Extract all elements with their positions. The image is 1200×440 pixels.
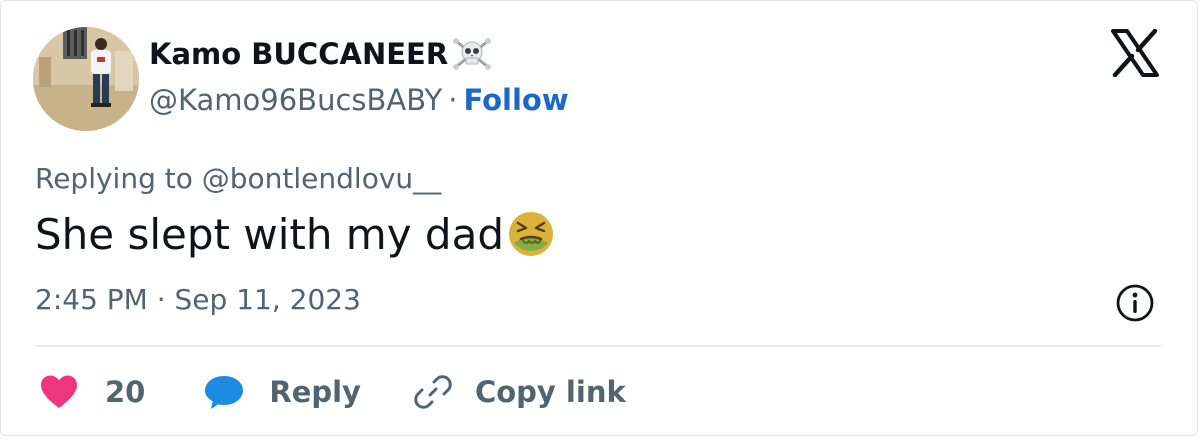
like-button[interactable]: 20 [39, 374, 145, 410]
tweet-timestamp[interactable]: 2:45 PM · Sep 11, 2023 [35, 283, 361, 316]
replying-to-text[interactable]: Replying to @bontlendlovu__ [35, 162, 441, 195]
author-handle-row: @Kamo96BucsBABY · Follow [149, 83, 569, 117]
skull-crossbones-icon [452, 37, 492, 71]
author-handle[interactable]: @Kamo96BucsBABY [149, 83, 442, 117]
reply-button[interactable]: Reply [203, 374, 361, 410]
reply-label: Reply [269, 375, 361, 409]
follow-button[interactable]: Follow [463, 83, 568, 117]
tweet-body: She slept with my dad [35, 209, 504, 259]
avatar[interactable] [33, 27, 139, 131]
copy-link-button[interactable]: Copy link [413, 372, 626, 412]
heart-icon [41, 375, 77, 408]
nauseated-face-icon [506, 209, 556, 259]
separator-dot: · [448, 83, 458, 117]
copy-link-label: Copy link [474, 375, 626, 409]
info-icon[interactable] [1115, 283, 1155, 323]
author-name-row: Kamo BUCCANEER [149, 37, 492, 71]
speech-bubble-icon [205, 376, 244, 409]
like-count: 20 [105, 375, 146, 409]
tweet-card: Kamo BUCCANEER @Kamo96BucsBABY · Follow … [0, 0, 1198, 436]
author-display-name[interactable]: Kamo BUCCANEER [149, 37, 448, 71]
link-icon [414, 375, 452, 409]
x-logo-icon[interactable] [1109, 28, 1161, 78]
divider [35, 345, 1161, 347]
action-bar: 20 Reply Copy link [39, 369, 626, 415]
tweet-text: She slept with my dad [35, 209, 556, 259]
